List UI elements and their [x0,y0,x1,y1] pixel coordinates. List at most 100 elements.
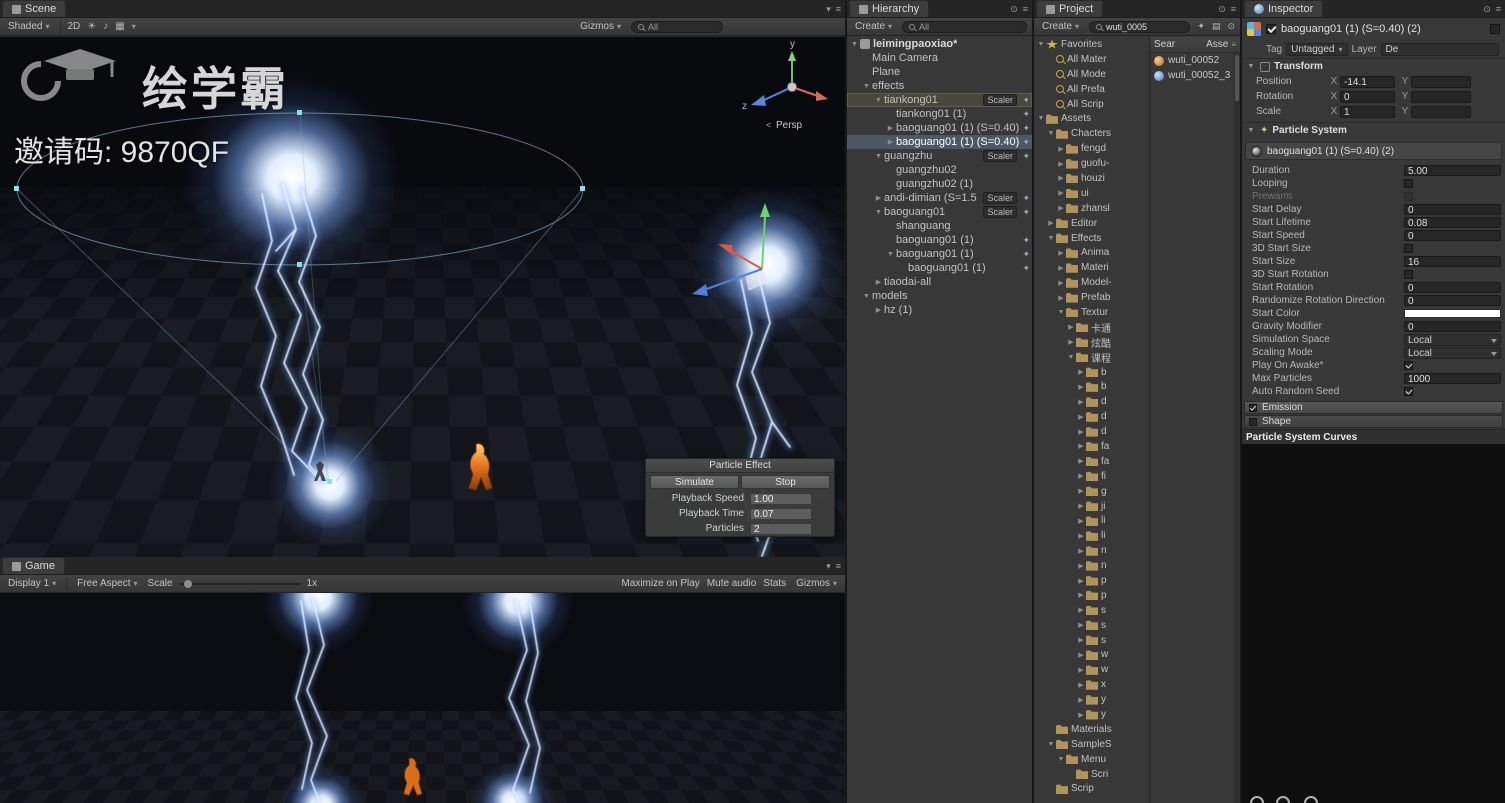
persp-toggle-arrow-icon[interactable]: < [766,120,771,130]
dropdown-arrow-icon[interactable]: ▾ [826,561,831,572]
foldout-arrow[interactable]: ▶ [1076,606,1086,614]
game-gizmos-dropdown[interactable]: Gizmos ▾ [793,577,840,591]
hierarchy-item[interactable]: ▼ baoguang01 (1) ✦ [847,247,1032,261]
foldout-arrow[interactable]: ▼ [1066,354,1076,361]
hierarchy-item[interactable]: ▼ baoguang01 Scaler ✦ [847,205,1032,219]
project-tree-item[interactable]: ▶ w [1034,662,1149,677]
project-tree-item[interactable]: ▶ y [1034,707,1149,722]
project-tree-item[interactable]: ▼ Assets [1034,111,1149,126]
project-tree-item[interactable]: ▶ d [1034,394,1149,409]
scaler-badge[interactable]: Scaler [983,94,1017,106]
start-color-swatch[interactable] [1404,309,1501,318]
foldout-arrow[interactable]: ▶ [1076,472,1086,480]
foldout-arrow[interactable]: ▼ [861,83,872,90]
module-bar[interactable]: Emission [1244,401,1503,414]
project-tree-item[interactable]: ▶ g [1034,484,1149,499]
transform-x-field[interactable]: 1 [1340,105,1395,118]
project-tree-item[interactable]: ▶ p [1034,588,1149,603]
project-tree-item[interactable]: ▶ ji [1034,499,1149,514]
hierarchy-item[interactable]: ▶ hz (1) ✦ [847,303,1032,317]
hierarchy-item[interactable]: ▶ andi-dimian (S=1.5 Scaler ✦ [847,191,1032,205]
particle-property-row[interactable]: Auto Random Seed [1242,385,1505,398]
hierarchy-item[interactable]: ▼ tiankong01 Scaler ✦ [847,93,1032,107]
project-tree-item[interactable]: ▼ Menu [1034,752,1149,767]
curve-preset-button[interactable] [1304,796,1318,803]
project-tree-item[interactable]: All Mater [1034,52,1149,67]
project-tree-item[interactable]: ▶ Editor [1034,216,1149,231]
effects-icon[interactable]: ▦ [115,21,124,32]
gizmos-dropdown[interactable]: Gizmos ▾ [577,20,624,34]
move-tool-gizmo[interactable] [692,203,770,296]
favorite-icon[interactable]: ✦ [1197,21,1205,32]
project-tree-item[interactable]: ▶ y [1034,692,1149,707]
project-tree-item[interactable]: ▶ fa [1034,439,1149,454]
foldout-arrow[interactable]: ▼ [873,209,884,216]
hierarchy-item[interactable]: baoguang01 (1) ✦ [847,233,1032,247]
foldout-arrow[interactable]: ▶ [1056,204,1066,212]
foldout-arrow[interactable]: ▶ [1076,591,1086,599]
project-create-button[interactable]: Create ▾ [1039,20,1082,34]
project-tree-item[interactable]: ▶ b [1034,379,1149,394]
foldout-arrow[interactable]: ▶ [1076,577,1086,585]
particle-property-row[interactable]: Randomize Rotation Direction 0 [1242,294,1505,307]
project-tree-item[interactable]: ▶ x [1034,677,1149,692]
curve-editor-area[interactable] [1242,444,1505,803]
hierarchy-panel-menu[interactable]: ⊙ ≡ [1010,4,1028,15]
module-checkbox[interactable] [1249,417,1257,426]
hierarchy-item[interactable]: Plane ✦ [847,65,1032,79]
project-tree-item[interactable]: ▶ s [1034,633,1149,648]
foldout-arrow[interactable]: ▼ [873,97,884,104]
project-tree-item[interactable]: ▶ d [1034,409,1149,424]
property-checkbox[interactable] [1404,244,1413,253]
project-tree-item[interactable]: ▶ 卡通 [1034,320,1149,335]
property-checkbox[interactable] [1404,387,1413,396]
foldout-arrow[interactable]: ▶ [1056,279,1066,287]
scale-slider[interactable] [179,578,300,590]
lock-icon[interactable]: ⊙ [1227,21,1235,32]
maximize-on-play-toggle[interactable]: Maximize on Play [621,578,699,589]
project-tree-item[interactable]: ▼ Effects [1034,231,1149,246]
project-tree-item[interactable]: ▼ 课程 [1034,350,1149,365]
module-checkbox[interactable] [1249,403,1257,412]
foldout-arrow[interactable]: ▼ [1056,309,1066,316]
project-tree-item[interactable]: ▶ n [1034,558,1149,573]
foldout-arrow[interactable]: ▶ [873,278,884,286]
project-search-input[interactable]: wuti_0005 [1089,20,1191,33]
asset-result-list[interactable]: wuti_00052 wuti_00052_3 [1150,53,1240,83]
property-checkbox[interactable] [1404,270,1413,279]
camera-projection-label[interactable]: Persp [776,120,803,131]
hierarchy-item[interactable]: Main Camera ✦ [847,51,1032,65]
dropdown-arrow-icon[interactable]: ▾ [132,22,136,31]
tab-hierarchy[interactable]: Hierarchy [849,0,930,17]
scene-panel-menu[interactable]: ▾ ≡ [826,4,841,15]
hierarchy-tree[interactable]: ▼ leimingpaoxiao* ✦ Main Camera ✦ Plane [847,37,1032,803]
foldout-arrow[interactable]: ▶ [873,194,884,202]
foldout-arrow[interactable]: ▶ [1056,189,1066,197]
game-panel-menu[interactable]: ▾ ≡ [826,561,841,572]
hierarchy-search-input[interactable]: All [902,20,1027,33]
hierarchy-item[interactable]: guangzhu02 ✦ [847,163,1032,177]
curve-preset-button[interactable] [1276,796,1290,803]
foldout-arrow[interactable]: ▶ [1076,666,1086,674]
foldout-arrow[interactable]: ▶ [1046,219,1056,227]
stop-button[interactable]: Stop [741,475,830,489]
foldout-arrow[interactable]: ▶ [1076,517,1086,525]
property-value-field[interactable]: 0 [1404,204,1501,216]
foldout-arrow[interactable]: ▶ [1056,249,1066,257]
scale-slider-thumb[interactable] [183,579,192,588]
project-tree-item[interactable]: ▶ w [1034,648,1149,663]
transform-y-field[interactable] [1411,75,1471,88]
hierarchy-item[interactable]: ▶ baoguang01 (1) (S=0.40) ✦ [847,135,1032,149]
particle-effect-row-value[interactable]: 1.00 [750,492,812,505]
gameobject-name[interactable]: baoguang01 (1) (S=0.40) (2) [1281,23,1421,35]
scene-viewport[interactable]: y z < Persp 绘学霸 邀请码: 9870QF Particle Eff… [0,37,845,557]
particle-property-row[interactable]: Start Delay 0 [1242,203,1505,216]
project-tree-item[interactable]: ▶ Model- [1034,275,1149,290]
foldout-arrow[interactable]: ▶ [885,124,896,132]
foldout-arrow[interactable]: ▶ [1076,651,1086,659]
particle-property-row[interactable]: Looping [1242,177,1505,190]
foldout-arrow[interactable]: ▶ [1056,174,1066,182]
project-tree-item[interactable]: ▶ guofu- [1034,156,1149,171]
foldout-arrow[interactable]: ▶ [1076,442,1086,450]
project-tree-item[interactable]: ▼ Chacters [1034,126,1149,141]
